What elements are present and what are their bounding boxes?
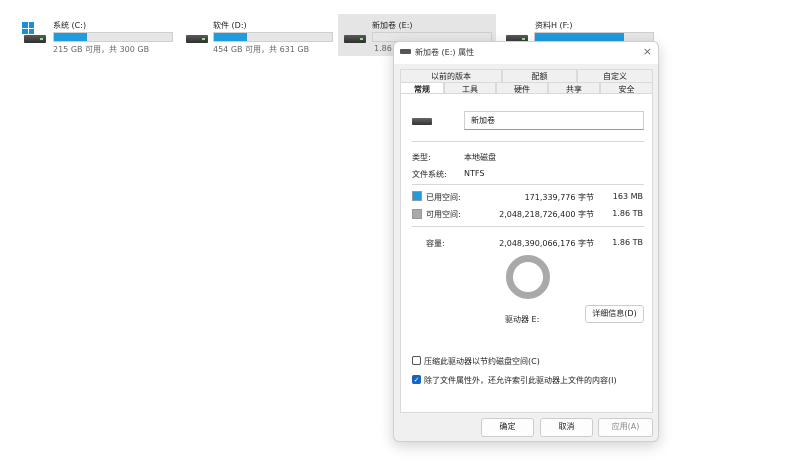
hard-drive-icon <box>24 35 46 43</box>
used-space-label: 已用空间: <box>426 193 461 202</box>
used-space-swatch <box>412 191 422 201</box>
free-space-size: 1.86 TB <box>612 209 643 218</box>
hard-drive-icon <box>412 118 432 125</box>
usage-bar-fill <box>535 33 624 41</box>
volume-name-field[interactable]: 新加卷 <box>464 111 644 130</box>
details-button[interactable]: 详细信息(D) <box>585 305 644 323</box>
tab-quota[interactable]: 配额 <box>502 69 577 82</box>
drive-size: 454 GB 可用，共 631 GB <box>213 45 310 54</box>
divider <box>412 141 644 142</box>
drive-d[interactable]: 软件 (D:) 454 GB 可用，共 631 GB <box>180 14 338 56</box>
free-space-bytes: 2,048,218,726,400 字节 <box>499 210 594 219</box>
title-bar: 新加卷 (E:) 属性 × <box>394 42 658 64</box>
dialog-title: 新加卷 (E:) 属性 <box>415 48 475 57</box>
compress-label: 压缩此驱动器以节约磁盘空间(C) <box>424 357 540 366</box>
general-panel: 新加卷 类型: 本地磁盘 文件系统: NTFS 已用空间: 171,339,77… <box>400 93 653 413</box>
usage-bar-fill <box>54 33 88 41</box>
drive-c[interactable]: 系统 (C:) 215 GB 可用，共 300 GB <box>18 14 176 56</box>
drive-size: 1.86 <box>374 44 392 53</box>
type-label: 类型: <box>412 153 431 162</box>
capacity-size: 1.86 TB <box>612 238 643 247</box>
filesystem-label: 文件系统: <box>412 170 447 179</box>
capacity-bytes: 2,048,390,066,176 字节 <box>499 239 594 248</box>
drive-title-icon <box>400 49 411 54</box>
usage-donut-chart <box>506 255 550 299</box>
drive-size: 215 GB 可用，共 300 GB <box>53 45 150 54</box>
ok-button[interactable]: 确定 <box>481 418 534 437</box>
compress-checkbox[interactable] <box>412 356 421 365</box>
used-space-size: 163 MB <box>612 192 643 201</box>
close-icon[interactable]: × <box>643 45 652 58</box>
usage-bar-fill <box>214 33 248 41</box>
filesystem-value: NTFS <box>464 169 485 178</box>
drive-label: 驱动器 E: <box>505 315 540 324</box>
free-space-label: 可用空间: <box>426 210 461 219</box>
used-space-bytes: 171,339,776 字节 <box>524 193 594 202</box>
tab-customize[interactable]: 自定义 <box>577 69 653 82</box>
tab-previous-versions[interactable]: 以前的版本 <box>400 69 502 82</box>
divider <box>412 184 644 185</box>
divider <box>412 226 644 227</box>
hard-drive-icon <box>344 35 366 43</box>
tab-row-top: 以前的版本 配额 自定义 <box>400 69 653 82</box>
capacity-label: 容量: <box>426 239 445 248</box>
index-checkbox[interactable]: ✓ <box>412 375 421 384</box>
drive-name: 系统 (C:) <box>53 21 87 30</box>
cancel-button[interactable]: 取消 <box>540 418 593 437</box>
properties-dialog: 新加卷 (E:) 属性 × 以前的版本 配额 自定义 常规 工具 硬件 共享 安… <box>393 41 659 442</box>
usage-bar <box>213 32 333 42</box>
usage-bar <box>53 32 173 42</box>
type-value: 本地磁盘 <box>464 153 496 162</box>
hard-drive-icon <box>186 35 208 43</box>
drive-name: 新加卷 (E:) <box>372 21 413 30</box>
index-label: 除了文件属性外，还允许索引此驱动器上文件的内容(I) <box>424 376 617 385</box>
drive-name: 软件 (D:) <box>213 21 247 30</box>
free-space-swatch <box>412 209 422 219</box>
apply-button[interactable]: 应用(A) <box>598 418 653 437</box>
drive-name: 资料H (F:) <box>535 21 573 30</box>
